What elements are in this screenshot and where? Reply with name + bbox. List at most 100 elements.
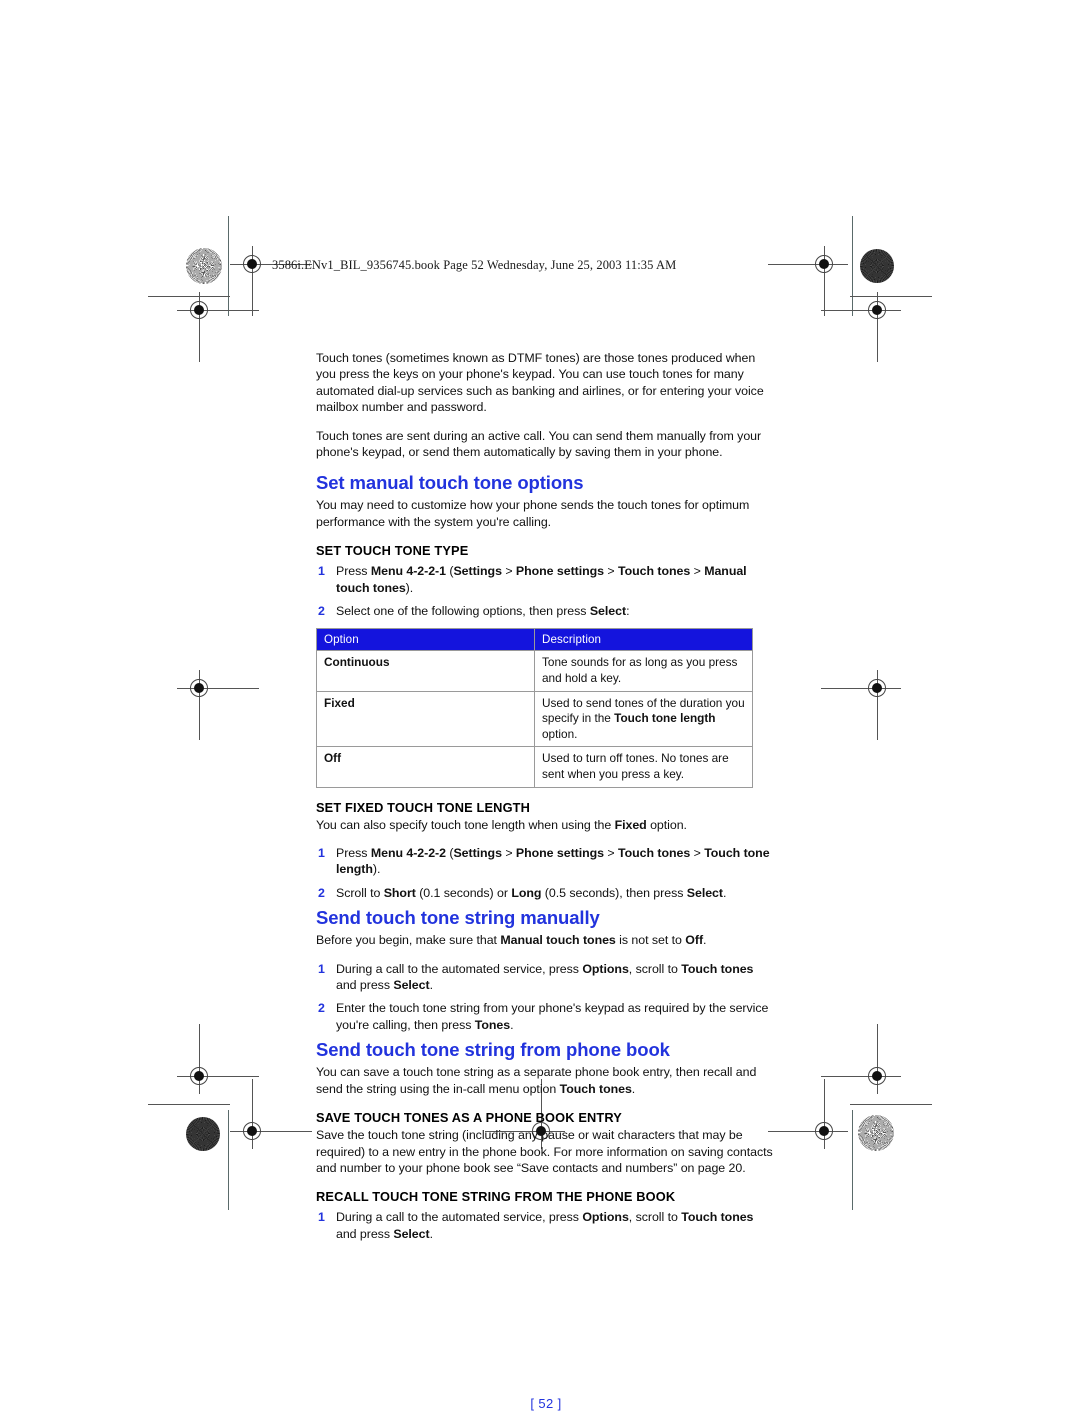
- trim-rule-bottom-left-horizontal: [148, 1104, 230, 1105]
- section2-intro: Before you begin, make sure that Manual …: [316, 932, 776, 948]
- text-bold: Touch tones: [559, 1081, 632, 1096]
- step-text-part: >: [690, 564, 705, 579]
- step-number: 1: [318, 564, 325, 579]
- step-text-part: , scroll to: [628, 961, 682, 976]
- list-item: 1 Press Menu 4-2-2-1 (Settings > Phone se…: [316, 563, 776, 596]
- trim-rule-top-left-horizontal: [148, 296, 230, 297]
- cell-option-description: Used to turn off tones. No tones are sen…: [534, 746, 753, 788]
- crosshair-target-top-left-inner: [230, 246, 312, 316]
- step-text-part: and press: [336, 1226, 394, 1241]
- list-item: 2 Enter the touch tone string from your p…: [316, 1000, 776, 1033]
- steps-recall-touch-tone-string: 1 During a call to the automated service,…: [316, 1209, 776, 1242]
- table-row: Off Used to turn off tones. No tones are…: [316, 746, 753, 788]
- cell-option-name: Off: [316, 746, 535, 788]
- step-text-bold: Long: [511, 885, 542, 900]
- text-part: Before you begin, make sure that: [316, 933, 501, 948]
- step-text-part: >: [501, 564, 516, 579]
- step-text-bold: Touch tones: [618, 846, 691, 861]
- starburst-registration-mark-bottom-right: [858, 1115, 894, 1151]
- table-row: Fixed Used to send tones of the duration…: [316, 690, 753, 748]
- text-bold: Fixed: [614, 817, 647, 832]
- step-text-part: >: [501, 846, 516, 861]
- step-text-part: and press: [336, 978, 394, 993]
- step-text-bold: Short: [383, 885, 416, 900]
- step-text-bold: Select: [686, 885, 723, 900]
- step-text-part: Press: [336, 846, 371, 861]
- page-number: [ 52 ]: [530, 1396, 562, 1411]
- crosshair-target-top-right-outer: [821, 292, 901, 362]
- intro-paragraph-2: Touch tones are sent during an active ca…: [316, 428, 762, 460]
- text-part: is not set to: [615, 933, 686, 948]
- intro-paragraph-1: Touch tones (sometimes known as DTMF ton…: [316, 351, 764, 415]
- step-text-bold: Settings: [453, 846, 502, 861]
- step-text-part: Press: [336, 564, 371, 579]
- step-text-bold: Select: [589, 604, 627, 619]
- step-text-part: .: [429, 1226, 433, 1241]
- file-header-line: 3586i.ENv1_BIL_9356745.book Page 52 Wedn…: [272, 258, 677, 272]
- section-heading-set-manual-touch-tone-options: Set manual touch tone options: [316, 472, 584, 494]
- step-text-bold: Options: [582, 961, 629, 976]
- list-item: 1 During a call to the automated service,…: [316, 961, 776, 994]
- section3-intro: You can save a touch tone string as a se…: [316, 1064, 776, 1097]
- step-number: 1: [318, 961, 325, 976]
- list-item: 1 Press Menu 4-2-2-2 (Settings > Phone se…: [316, 845, 776, 878]
- trim-rule-left-top: [228, 216, 229, 316]
- step-text-bold: Touch tones: [681, 1210, 754, 1225]
- trim-rule-left-bottom: [228, 1110, 229, 1210]
- step-text-part: .: [510, 1017, 514, 1032]
- density-patch-top-right: [860, 249, 894, 283]
- density-patch-bottom-left: [186, 1117, 220, 1151]
- cell-text-part: option.: [542, 726, 578, 741]
- cell-option-name: Continuous: [316, 650, 535, 692]
- step-text-part: During a call to the automated service, …: [336, 961, 583, 976]
- trim-rule-bottom-right-horizontal: [850, 1104, 932, 1105]
- step-text-part: Enter the touch tone string from your ph…: [336, 1001, 769, 1032]
- step-text-part: >: [690, 846, 705, 861]
- text-part: You can save a touch tone string as a se…: [316, 1065, 757, 1096]
- step-text-bold: Menu 4-2-2-2: [370, 846, 450, 861]
- crosshair-target-bottom-right-outer: [821, 1024, 901, 1094]
- step-text-part: >: [604, 564, 619, 579]
- step-text-bold: Select: [393, 1226, 430, 1241]
- page-content: Touch tones (sometimes known as DTMF ton…: [316, 350, 776, 1411]
- text-part: You can also specify touch tone length w…: [316, 817, 615, 832]
- cell-option-description: Used to send tones of the duration you s…: [534, 690, 753, 748]
- step-text-bold: Touch tones: [618, 564, 691, 579]
- crosshair-target-top-left-outer: [177, 292, 259, 362]
- crosshair-target-top-right-inner: [768, 246, 848, 316]
- cell-text-part: Tone sounds for as long as you press and…: [542, 655, 738, 686]
- crosshair-target-mid-right: [821, 670, 901, 740]
- step-text-part: , scroll to: [628, 1210, 682, 1225]
- text-part: option.: [646, 817, 687, 832]
- step-text-part: (0.5 seconds), then press: [541, 885, 687, 900]
- section3-sub1-body: Save the touch tone string (including an…: [316, 1128, 773, 1175]
- crosshair-target-bottom-right-inner: [768, 1079, 848, 1149]
- steps-send-touch-tone-string-manually: 1 During a call to the automated service,…: [316, 961, 776, 1034]
- list-item: 2 Select one of the following options, th…: [316, 603, 776, 619]
- touch-tone-options-table: Option Description Continuous Tone sound…: [316, 628, 753, 788]
- step-text-part: During a call to the automated service, …: [336, 1210, 583, 1225]
- section-heading-send-touch-tone-string-manually: Send touch tone string manually: [316, 907, 600, 929]
- text-part: .: [631, 1081, 636, 1096]
- step-text-bold: Select: [393, 978, 430, 993]
- steps-set-fixed-touch-tone-length: 1 Press Menu 4-2-2-2 (Settings > Phone se…: [316, 845, 776, 901]
- list-item: 1 During a call to the automated service,…: [316, 1209, 776, 1242]
- list-item: 2 Scroll to Short (0.1 seconds) or Long (…: [316, 885, 776, 901]
- starburst-registration-mark-top-left: [186, 248, 222, 284]
- cell-option-name: Fixed: [316, 690, 535, 748]
- step-text-bold: Touch tones: [681, 961, 754, 976]
- text-part: .: [703, 933, 707, 948]
- column-header-description: Description: [534, 628, 753, 652]
- table-header-row: Option Description: [316, 628, 753, 652]
- trim-rule-right-top: [852, 216, 853, 316]
- trim-rule-top-right-horizontal: [850, 296, 932, 297]
- step-number: 2: [318, 1001, 325, 1016]
- crosshair-target-mid-left: [177, 670, 259, 740]
- text-bold: Off: [685, 933, 704, 948]
- step-text-bold: Phone settings: [515, 846, 605, 861]
- section-heading-send-touch-tone-string-from-phone-book: Send touch tone string from phone book: [316, 1039, 670, 1061]
- step-text-part: (0.1 seconds) or: [415, 885, 512, 900]
- cell-text-part: Used to turn off tones. No tones are sen…: [542, 751, 729, 782]
- step-text-part: .: [429, 978, 433, 993]
- step-text-bold: Settings: [453, 564, 502, 579]
